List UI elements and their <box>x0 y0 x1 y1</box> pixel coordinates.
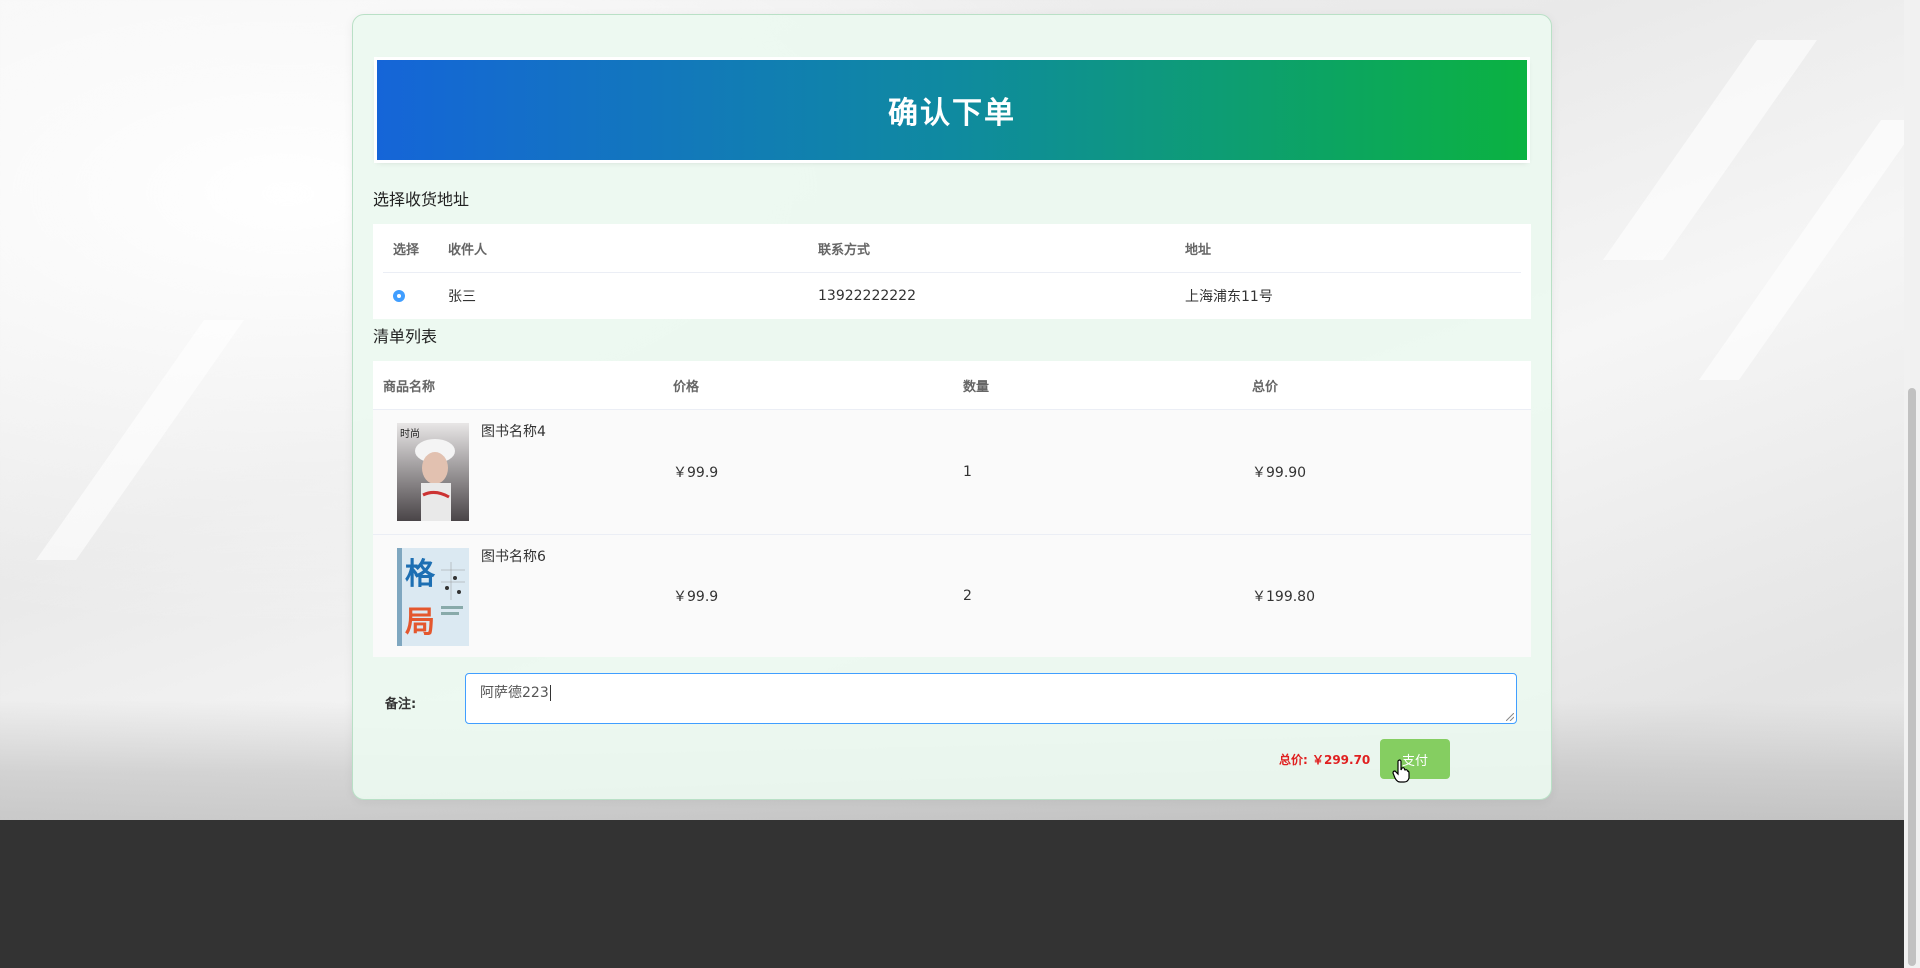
svg-text:时尚: 时尚 <box>400 427 420 440</box>
svg-text:格: 格 <box>405 557 436 592</box>
address-table-header: 选择 收件人 联系方式 地址 <box>373 224 1531 272</box>
recipient-address: 上海浦东11号 <box>1185 289 1273 305</box>
remark-textarea[interactable]: 阿萨德223 <box>465 673 1517 724</box>
recipient-phone: 13922222222 <box>818 288 916 304</box>
page-title: 确认下单 <box>888 96 1016 131</box>
address-table: 选择 收件人 联系方式 地址 张三 13922222222 上海浦东11号 <box>373 224 1531 319</box>
product-subtotal: ￥199.80 <box>1252 589 1315 605</box>
svg-text:局: 局 <box>405 605 435 640</box>
column-header: 地址 <box>1185 242 1212 258</box>
order-item-row: 格 局 图书名称6 ￥99.9 2 ￥199.80 <box>373 535 1531 657</box>
column-header: 收件人 <box>448 242 488 258</box>
page-footer <box>0 820 1904 968</box>
column-header: 总价 <box>1252 379 1279 395</box>
column-header: 选择 <box>393 242 420 258</box>
page-banner: 确认下单 <box>377 60 1527 160</box>
product-name: 图书名称4 <box>481 424 546 440</box>
product-name: 图书名称6 <box>481 549 546 565</box>
text-caret <box>549 685 551 701</box>
order-item-row: 时尚 图书名称4 ￥99.9 1 ￥99.90 <box>373 410 1531 534</box>
product-price: ￥99.9 <box>673 465 719 481</box>
order-section-title: 清单列表 <box>373 327 438 346</box>
column-header: 价格 <box>673 379 700 395</box>
hand-cursor-icon <box>1392 759 1410 783</box>
column-header: 商品名称 <box>383 379 436 395</box>
address-section-title: 选择收货地址 <box>373 190 470 209</box>
radio-selected-icon[interactable] <box>393 290 405 302</box>
remark-text: 阿萨德223 <box>480 685 549 701</box>
order-total: 总价: ￥299.70 <box>1279 753 1371 767</box>
order-confirm-card: 确认下单 选择收货地址 选择 收件人 联系方式 地址 张三 1392222222… <box>352 14 1552 800</box>
product-quantity: 2 <box>963 588 972 604</box>
order-table-header: 商品名称 价格 数量 总价 <box>373 361 1531 409</box>
address-radio[interactable] <box>393 273 405 319</box>
book-cover-image: 格 局 <box>397 548 469 646</box>
column-header: 数量 <box>963 379 990 395</box>
background-decoration <box>35 320 245 560</box>
book-cover-image: 时尚 <box>397 423 469 521</box>
vertical-scrollbar[interactable] <box>1904 0 1920 968</box>
column-header: 联系方式 <box>818 242 871 258</box>
product-subtotal: ￥99.90 <box>1252 465 1307 481</box>
remark-label: 备注: <box>385 697 417 712</box>
product-price: ￥99.9 <box>673 589 719 605</box>
scrollbar-thumb[interactable] <box>1908 388 1916 966</box>
background-decoration <box>1602 40 1818 260</box>
address-row[interactable]: 张三 13922222222 上海浦东11号 <box>373 273 1531 319</box>
resize-handle-icon[interactable] <box>1506 713 1514 721</box>
pay-button[interactable]: 支付 <box>1380 739 1450 779</box>
product-quantity: 1 <box>963 464 972 480</box>
order-table: 商品名称 价格 数量 总价 时尚 图书名称4 ￥99.9 1 ￥99.90 格 … <box>373 361 1531 657</box>
recipient-name: 张三 <box>448 289 476 305</box>
